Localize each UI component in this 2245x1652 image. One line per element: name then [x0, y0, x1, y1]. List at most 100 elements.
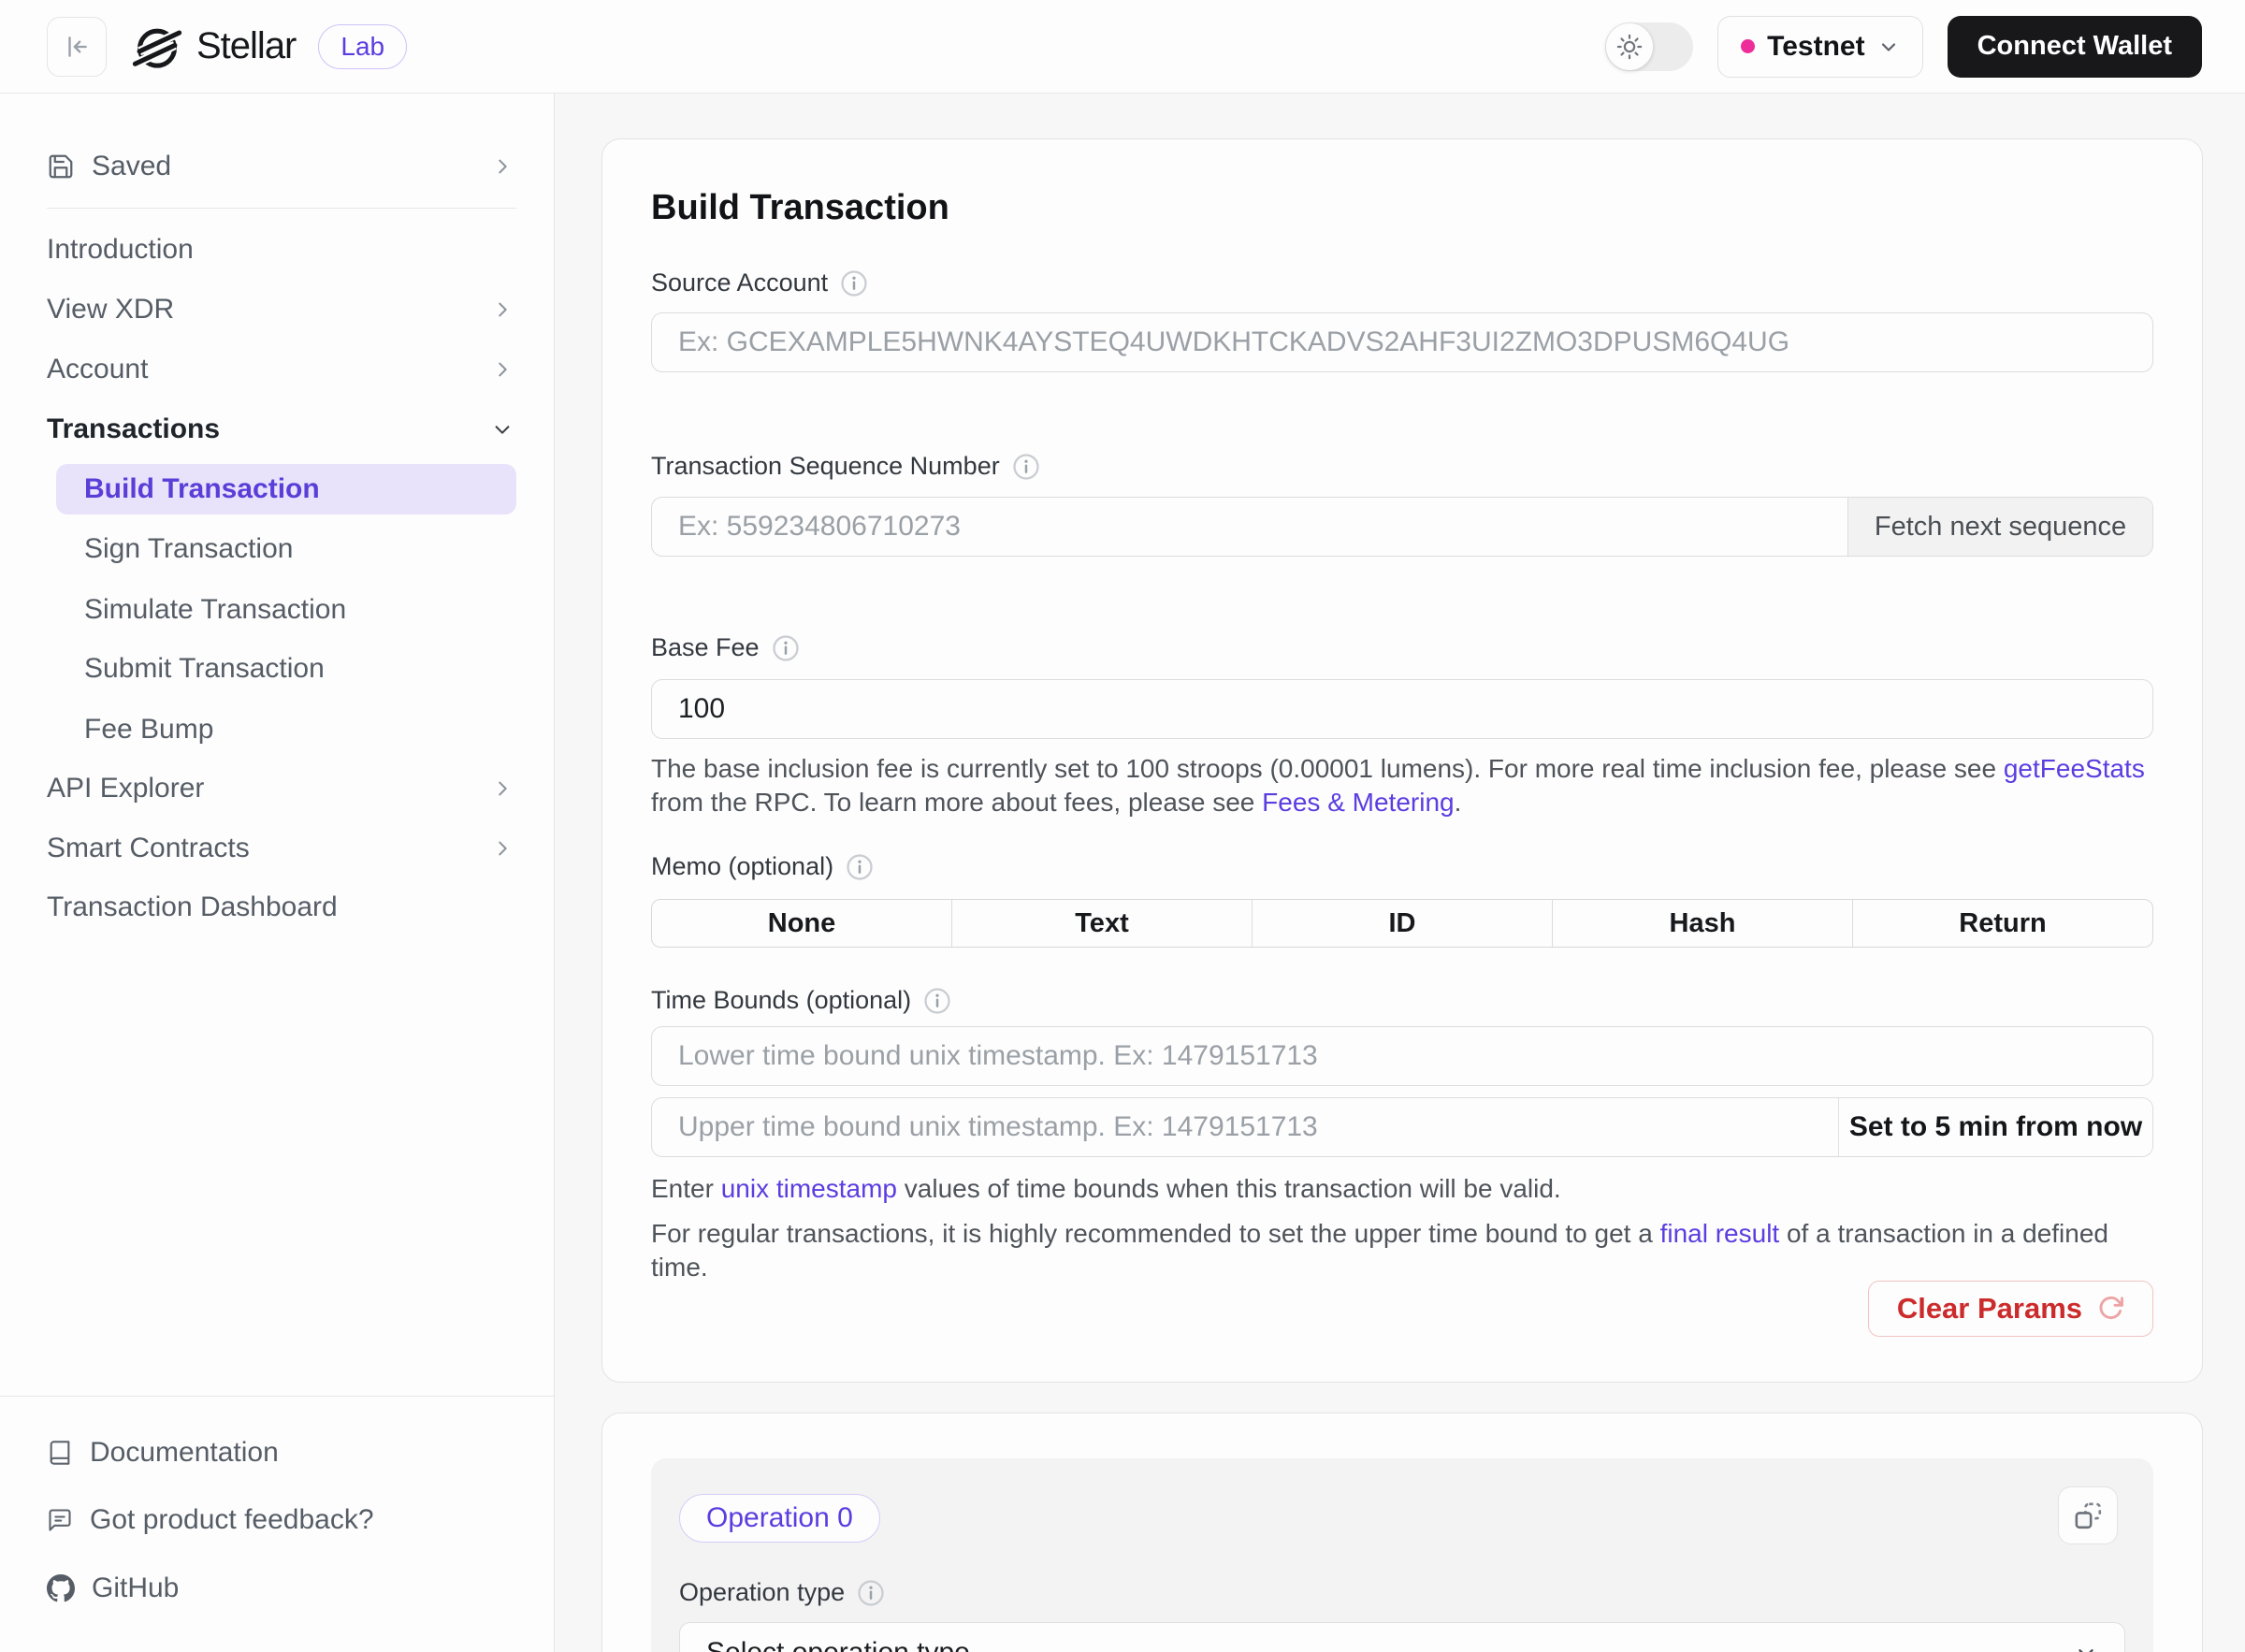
sidebar-item-label: Saved [92, 151, 171, 182]
sidebar-item-label: View XDR [47, 294, 174, 326]
sidebar-item-sign-transaction[interactable]: Sign Transaction [0, 519, 554, 579]
final-result-link[interactable]: final result [1660, 1219, 1780, 1248]
sidebar-item-feedback[interactable]: Got product feedback? [0, 1490, 554, 1550]
sidebar-item-introduction[interactable]: Introduction [0, 220, 554, 280]
network-name: Testnet [1767, 31, 1864, 63]
sidebar-item-label: Sign Transaction [84, 533, 293, 565]
sidebar-item-transaction-dashboard[interactable]: Transaction Dashboard [0, 877, 554, 937]
operation-type-select-value: Select operation type [706, 1637, 970, 1652]
chevron-right-icon [492, 359, 513, 380]
sidebar-collapse-button[interactable] [47, 17, 107, 77]
sidebar-item-label: Build Transaction [84, 473, 320, 505]
sidebar-item-api-explorer[interactable]: API Explorer [0, 759, 554, 819]
sequence-number-input[interactable] [652, 498, 1847, 556]
connect-wallet-button[interactable]: Connect Wallet [1948, 16, 2202, 78]
sidebar-item-label: Smart Contracts [47, 833, 250, 864]
sidebar-item-label: Transactions [47, 413, 220, 445]
stellar-logo-icon [131, 21, 183, 73]
main-content: Build Transaction Source Account If you … [555, 94, 2245, 1652]
header-actions: Testnet Connect Wallet [1605, 16, 2202, 78]
set-5-min-button[interactable]: Set to 5 min from now [1838, 1098, 2152, 1156]
chevron-right-icon [492, 156, 513, 177]
upper-time-bound-input[interactable] [652, 1098, 1838, 1156]
fetch-next-sequence-button[interactable]: Fetch next sequence [1847, 498, 2152, 556]
stellar-lab-app: Stellar Lab [0, 0, 2245, 1652]
brand-name: Stellar [196, 25, 296, 67]
sidebar-item-simulate-transaction[interactable]: Simulate Transaction [0, 580, 554, 640]
save-icon [47, 152, 75, 181]
memo-option-text[interactable]: Text [951, 900, 1252, 947]
chevron-right-icon [492, 838, 513, 859]
source-account-label: Source Account [651, 268, 868, 297]
info-icon[interactable] [923, 987, 951, 1015]
chevron-down-icon [1877, 36, 1900, 58]
operation-type-label: Operation type [679, 1578, 885, 1607]
chevron-down-icon [2074, 1641, 2098, 1652]
copy-icon [2073, 1500, 2103, 1530]
memo-option-return[interactable]: Return [1852, 900, 2152, 947]
sidebar-item-saved[interactable]: Saved [0, 137, 554, 196]
sidebar-item-fee-bump[interactable]: Fee Bump [0, 700, 554, 760]
sidebar: Saved Introduction View XDR Account Tran… [0, 94, 555, 1652]
network-selector[interactable]: Testnet [1717, 16, 1922, 78]
operation-badge: Operation 0 [679, 1494, 880, 1543]
unix-timestamp-link[interactable]: unix timestamp [721, 1174, 897, 1203]
sidebar-item-smart-contracts[interactable]: Smart Contracts [0, 819, 554, 878]
get-fee-stats-link[interactable]: getFeeStats [2004, 754, 2145, 783]
chevron-right-icon [492, 778, 513, 799]
clear-params-button[interactable]: Clear Params [1868, 1281, 2153, 1337]
memo-option-id[interactable]: ID [1252, 900, 1552, 947]
base-fee-helper: The base inclusion fee is currently set … [651, 752, 2146, 819]
memo-option-none[interactable]: None [652, 900, 951, 947]
sidebar-item-label: Introduction [47, 234, 194, 266]
sidebar-item-view-xdr[interactable]: View XDR [0, 280, 554, 340]
sidebar-item-build-transaction[interactable]: Build Transaction [56, 464, 516, 514]
base-fee-input[interactable] [651, 679, 2153, 739]
network-status-dot [1741, 39, 1755, 53]
book-icon [47, 1440, 73, 1466]
sun-icon [1616, 34, 1643, 60]
sidebar-item-label: Submit Transaction [84, 653, 325, 685]
info-icon[interactable] [772, 634, 800, 662]
sidebar-item-label: Fee Bump [84, 714, 213, 746]
lab-badge: Lab [318, 24, 407, 69]
sidebar-item-transactions[interactable]: Transactions [0, 399, 554, 459]
sidebar-item-submit-transaction[interactable]: Submit Transaction [0, 639, 554, 699]
sidebar-item-label: API Explorer [47, 773, 204, 804]
time-bounds-helper-1: Enter unix timestamp values of time boun… [651, 1172, 2146, 1206]
operation-0-panel: Operation 0 Operation type [651, 1458, 2153, 1652]
sequence-number-label: Transaction Sequence Number [651, 452, 1040, 481]
info-icon[interactable] [857, 1579, 885, 1607]
info-icon[interactable] [1012, 453, 1040, 481]
feedback-bubble-icon [47, 1507, 73, 1533]
theme-toggle-knob [1606, 23, 1653, 70]
sidebar-item-documentation[interactable]: Documentation [0, 1423, 554, 1483]
sidebar-divider [47, 208, 516, 209]
lower-time-bound-input[interactable] [651, 1026, 2153, 1086]
time-bounds-label: Time Bounds (optional) [651, 986, 951, 1015]
sequence-number-group: Fetch next sequence [651, 497, 2153, 557]
sidebar-item-label: GitHub [92, 1572, 179, 1604]
sidebar-item-label: Documentation [90, 1437, 279, 1469]
memo-option-hash[interactable]: Hash [1552, 900, 1852, 947]
theme-toggle[interactable] [1605, 22, 1693, 71]
collapse-left-icon [63, 33, 91, 61]
operations-card: Operation 0 Operation type [601, 1413, 2203, 1652]
info-icon[interactable] [846, 853, 874, 881]
sidebar-item-github[interactable]: GitHub [0, 1558, 554, 1618]
memo-type-segmented-control: None Text ID Hash Return [651, 899, 2153, 948]
duplicate-operation-button[interactable] [2058, 1486, 2118, 1544]
time-bounds-helper-2: For regular transactions, it is highly r… [651, 1217, 2146, 1284]
sidebar-item-account[interactable]: Account [0, 340, 554, 399]
base-fee-label: Base Fee [651, 633, 800, 662]
fees-metering-link[interactable]: Fees & Metering [1262, 788, 1454, 817]
source-account-input[interactable] [651, 312, 2153, 372]
refresh-icon [2096, 1295, 2124, 1323]
upper-time-bound-group: Set to 5 min from now [651, 1097, 2153, 1157]
sidebar-item-label: Got product feedback? [90, 1504, 374, 1536]
page-title: Build Transaction [651, 188, 949, 228]
info-icon[interactable] [840, 269, 868, 297]
stellar-logo[interactable]: Stellar [131, 21, 296, 73]
operation-type-select[interactable]: Select operation type [679, 1622, 2125, 1652]
memo-label: Memo (optional) [651, 852, 874, 881]
